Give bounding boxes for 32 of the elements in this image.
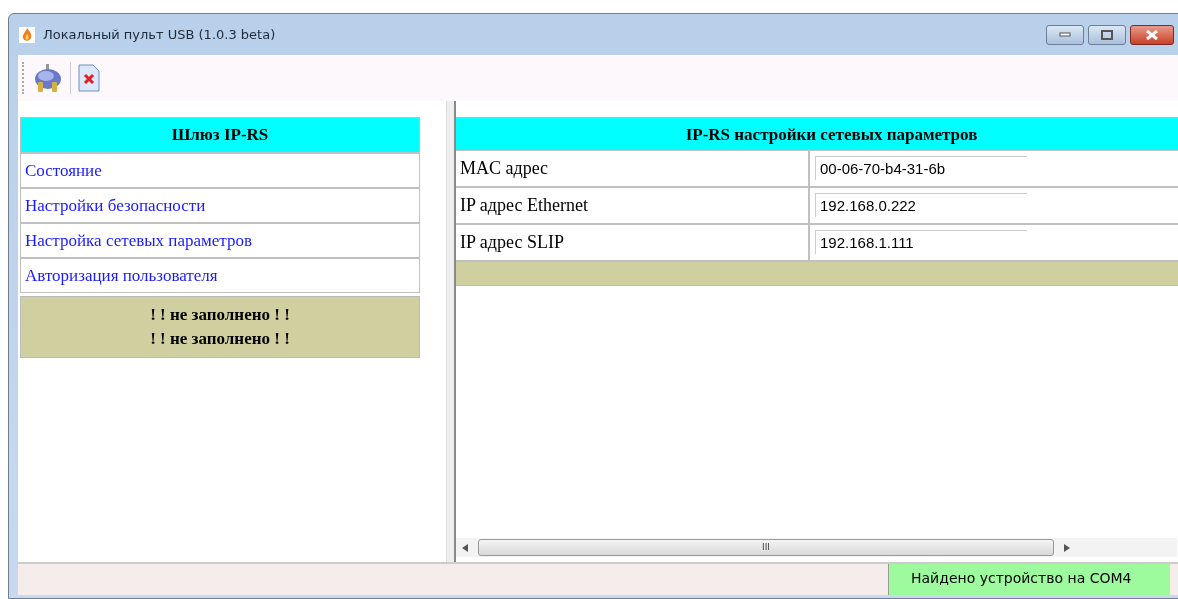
- setting-label: IP адрес SLIP: [456, 225, 810, 260]
- notice-text: ! ! не заполнено ! !: [150, 304, 290, 326]
- menu-link[interactable]: Состояние: [21, 154, 419, 189]
- menu-heading: Шлюз IP-RS: [21, 118, 419, 154]
- setting-field[interactable]: 00-06-70-b4-31-6b: [815, 156, 1027, 180]
- minimize-icon: [1059, 31, 1071, 38]
- window-title: Локальный пульт USB (1.0.3 beta): [43, 27, 276, 42]
- scroll-thumb[interactable]: III: [478, 539, 1054, 556]
- maximize-icon: [1101, 29, 1113, 40]
- setting-field[interactable]: 192.168.0.222: [815, 193, 1027, 217]
- plug-icon: [32, 62, 64, 94]
- notice-text: ! ! не заполнено ! !: [150, 328, 290, 350]
- horizontal-scrollbar[interactable]: III: [456, 538, 1177, 557]
- settings-heading: IP-RS настройки сетевых параметров: [456, 117, 1178, 151]
- scroll-left-icon[interactable]: [462, 543, 468, 552]
- setting-label: IP адрес Ethernet: [456, 188, 810, 223]
- setting-label: MAC адрес: [456, 151, 810, 186]
- maximize-button[interactable]: [1088, 24, 1126, 45]
- close-icon: [1145, 29, 1159, 40]
- scroll-right-icon[interactable]: [1064, 543, 1070, 552]
- document-close-icon: [77, 63, 101, 93]
- menu-link[interactable]: Настройки безопасности: [21, 189, 419, 224]
- minimize-button[interactable]: [1046, 24, 1084, 45]
- status-message: Найдено устройство на COM4: [888, 564, 1170, 595]
- flame-icon: [19, 26, 35, 43]
- menu-link[interactable]: Настройка сетевых параметров: [21, 224, 419, 259]
- connect-button[interactable]: [32, 62, 64, 94]
- menu-link[interactable]: Авторизация пользователя: [21, 259, 419, 292]
- close-button[interactable]: [1130, 24, 1174, 45]
- splitter[interactable]: [446, 101, 456, 562]
- setting-field[interactable]: 192.168.1.111: [815, 230, 1027, 254]
- close-document-button[interactable]: [77, 63, 101, 93]
